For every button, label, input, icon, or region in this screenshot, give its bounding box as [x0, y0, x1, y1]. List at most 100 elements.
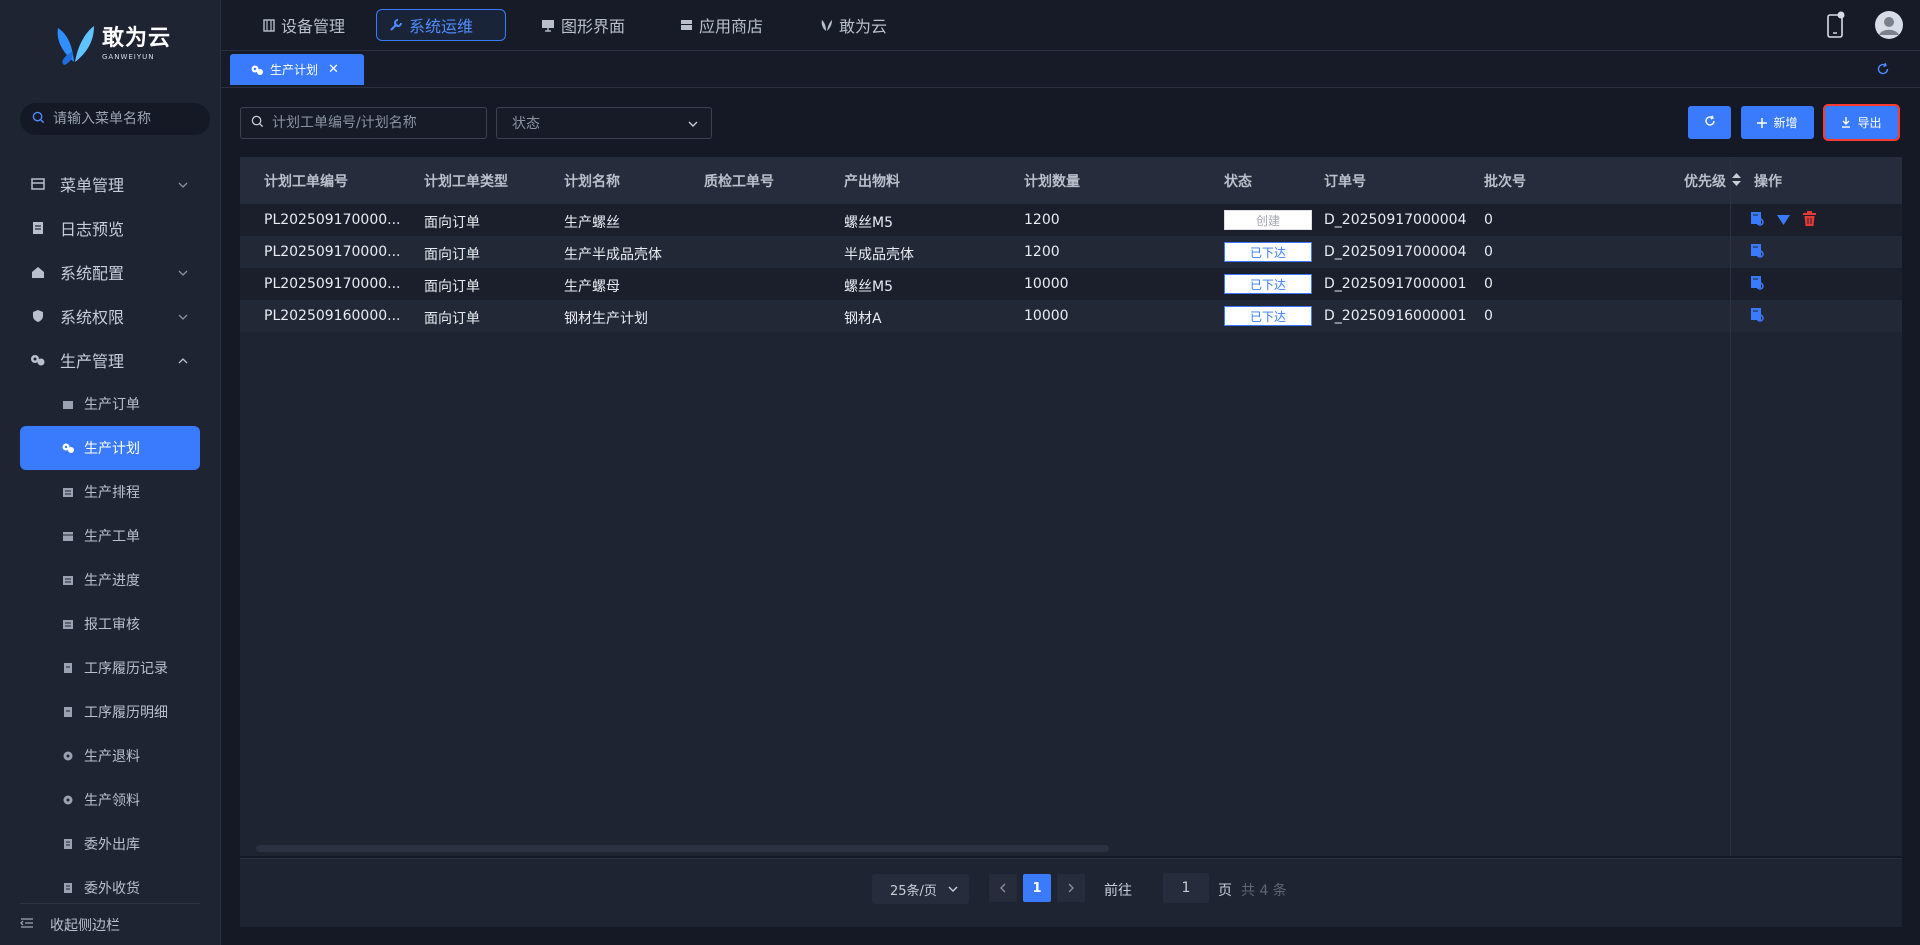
chevron-right-icon — [1068, 883, 1074, 893]
refresh-button[interactable] — [1688, 106, 1731, 139]
cell-output-material: 钢材A — [844, 311, 882, 327]
col-header-plan-type[interactable]: 计划工单类型 — [424, 171, 508, 191]
actions-column — [1730, 157, 1902, 856]
tab-label: 图形界面 — [561, 17, 626, 36]
refresh-icon[interactable] — [1876, 62, 1890, 80]
total-count: 共 4 条 — [1241, 883, 1287, 899]
sidebar-item-system-permission[interactable]: 系统权限 — [0, 294, 221, 338]
status-badge: 已下达 — [1224, 242, 1312, 262]
view-detail-icon[interactable] — [1750, 243, 1764, 262]
next-page-button[interactable] — [1057, 874, 1085, 902]
sidebar-item-system-config[interactable]: 系统配置 — [0, 250, 221, 294]
tab-graphic-interface[interactable]: 图形界面 — [529, 9, 637, 41]
collapse-sidebar-button[interactable]: 收起侧边栏 — [20, 903, 200, 945]
tab-ganweiyun[interactable]: 敢为云 — [808, 9, 899, 41]
page-button-1[interactable]: 1 — [1023, 874, 1051, 902]
sidebar-subitem-process-history-record[interactable]: 工序履历记录 — [0, 646, 221, 690]
menu-search[interactable] — [20, 103, 210, 135]
view-detail-icon[interactable] — [1750, 307, 1764, 326]
col-header-batch-no[interactable]: 批次号 — [1484, 171, 1526, 191]
table-row[interactable]: PL202509160000... 面向订单 钢材生产计划 钢材A 10000 … — [240, 300, 1902, 332]
gears-icon — [61, 794, 74, 807]
mobile-icon[interactable] — [1825, 11, 1845, 43]
list-icon — [61, 486, 74, 499]
horizontal-scrollbar[interactable] — [256, 845, 1109, 852]
chevron-up-icon — [177, 352, 189, 371]
sidebar-subitem-work-order[interactable]: 生产工单 — [0, 514, 221, 558]
tab-app-store[interactable]: 应用商店 — [668, 9, 775, 41]
col-header-order-no[interactable]: 订单号 — [1324, 171, 1366, 191]
butterfly-logo-icon — [54, 22, 96, 66]
table-row[interactable]: PL202509170000... 面向订单 生产螺母 螺丝M5 10000 已… — [240, 268, 1902, 300]
cell-plan-name: 生产螺母 — [564, 279, 620, 295]
view-detail-icon[interactable] — [1750, 211, 1764, 230]
delete-icon[interactable] — [1803, 211, 1816, 230]
table-row[interactable]: PL202509170000... 面向订单 生产螺丝 螺丝M5 1200 创建… — [240, 204, 1902, 236]
caret-down-icon[interactable] — [1777, 213, 1790, 229]
col-header-plan-qty[interactable]: 计划数量 — [1024, 171, 1080, 191]
col-header-output-material[interactable]: 产出物料 — [844, 171, 900, 191]
close-icon[interactable]: ✕ — [328, 62, 339, 77]
logo-subtitle: GANWEIYUN — [102, 52, 155, 61]
cell-output-material: 螺丝M5 — [844, 215, 893, 231]
tab-label: 系统运维 — [409, 17, 474, 36]
add-button-label: 新增 — [1773, 116, 1798, 130]
butterfly-icon — [820, 19, 833, 32]
tab-system-ops[interactable]: 系统运维 — [376, 9, 506, 41]
prev-page-button[interactable] — [989, 874, 1017, 902]
chevron-down-icon — [177, 176, 189, 195]
col-header-qc-code[interactable]: 质检工单号 — [704, 171, 774, 191]
cell-plan-qty: 10000 — [1024, 308, 1069, 324]
goto-page-input[interactable]: 1 — [1163, 873, 1209, 903]
sidebar-subitem-material-picking[interactable]: 生产领料 — [0, 778, 221, 822]
sidebar-item-label: 系统配置 — [60, 264, 125, 283]
page-size-value: 25条/页 — [890, 883, 937, 899]
download-icon — [1841, 117, 1851, 128]
cell-order-no: D_20250917000004 — [1324, 212, 1467, 228]
logo[interactable]: 敢为云 GANWEIYUN — [54, 22, 171, 66]
sidebar-subitem-label: 工序履历明细 — [84, 705, 168, 721]
export-button[interactable]: 导出 — [1823, 104, 1900, 141]
page-size-select[interactable]: 25条/页 — [872, 874, 969, 904]
sidebar-subitem-process-history-detail[interactable]: 工序履历明细 — [0, 690, 221, 734]
export-button-label: 导出 — [1857, 116, 1882, 130]
col-header-status[interactable]: 状态 — [1224, 171, 1252, 191]
sidebar-subitem-production-schedule[interactable]: 生产排程 — [0, 470, 221, 514]
gears-icon — [61, 750, 74, 763]
table-row[interactable]: PL202509170000... 面向订单 生产半成品壳体 半成品壳体 120… — [240, 236, 1902, 268]
monitor-icon — [541, 19, 555, 32]
col-header-priority[interactable]: 优先级 — [1684, 171, 1726, 191]
list-icon — [61, 574, 74, 587]
sidebar-subitem-production-order[interactable]: 生产订单 — [0, 382, 221, 426]
tags-bar: 生产计划 ✕ — [221, 51, 1920, 88]
sidebar-item-production-management[interactable]: 生产管理 — [0, 338, 221, 382]
plan-search[interactable] — [240, 107, 487, 139]
col-header-plan-name[interactable]: 计划名称 — [564, 171, 620, 191]
sidebar-nav: 菜单管理 日志预览 系统配置 系统权限 生产管理 生产订单 生产计划 生产排程 … — [0, 162, 221, 910]
add-button[interactable]: 新增 — [1741, 106, 1814, 139]
sidebar-item-log-preview[interactable]: 日志预览 — [0, 206, 221, 250]
sidebar-subitem-report-review[interactable]: 报工审核 — [0, 602, 221, 646]
tab-device-management[interactable]: 设备管理 — [251, 9, 357, 41]
plus-icon — [1757, 117, 1768, 128]
refresh-icon — [1704, 115, 1716, 130]
col-header-plan-code[interactable]: 计划工单编号 — [264, 171, 348, 191]
status-select[interactable]: 状态 — [496, 107, 712, 139]
sidebar: 敢为云 GANWEIYUN 菜单管理 日志预览 系统配置 系统权限 — [0, 0, 221, 945]
cell-plan-qty: 10000 — [1024, 276, 1069, 292]
tag-production-plan[interactable]: 生产计划 ✕ — [230, 54, 364, 85]
sidebar-subitem-production-plan[interactable]: 生产计划 — [20, 426, 200, 470]
cell-plan-name: 生产螺丝 — [564, 215, 620, 231]
view-detail-icon[interactable] — [1750, 275, 1764, 294]
sidebar-subitem-production-progress[interactable]: 生产进度 — [0, 558, 221, 602]
note-icon — [61, 882, 74, 895]
gears-icon — [30, 352, 46, 368]
sidebar-item-menu-management[interactable]: 菜单管理 — [0, 162, 221, 206]
list-icon — [61, 618, 74, 631]
avatar[interactable] — [1874, 10, 1904, 44]
sidebar-subitem-label: 生产退料 — [84, 749, 140, 765]
sidebar-subitem-material-return[interactable]: 生产退料 — [0, 734, 221, 778]
menu-search-input[interactable] — [53, 111, 203, 127]
sidebar-subitem-outsource-outbound[interactable]: 委外出库 — [0, 822, 221, 866]
plan-search-input[interactable] — [272, 115, 472, 131]
